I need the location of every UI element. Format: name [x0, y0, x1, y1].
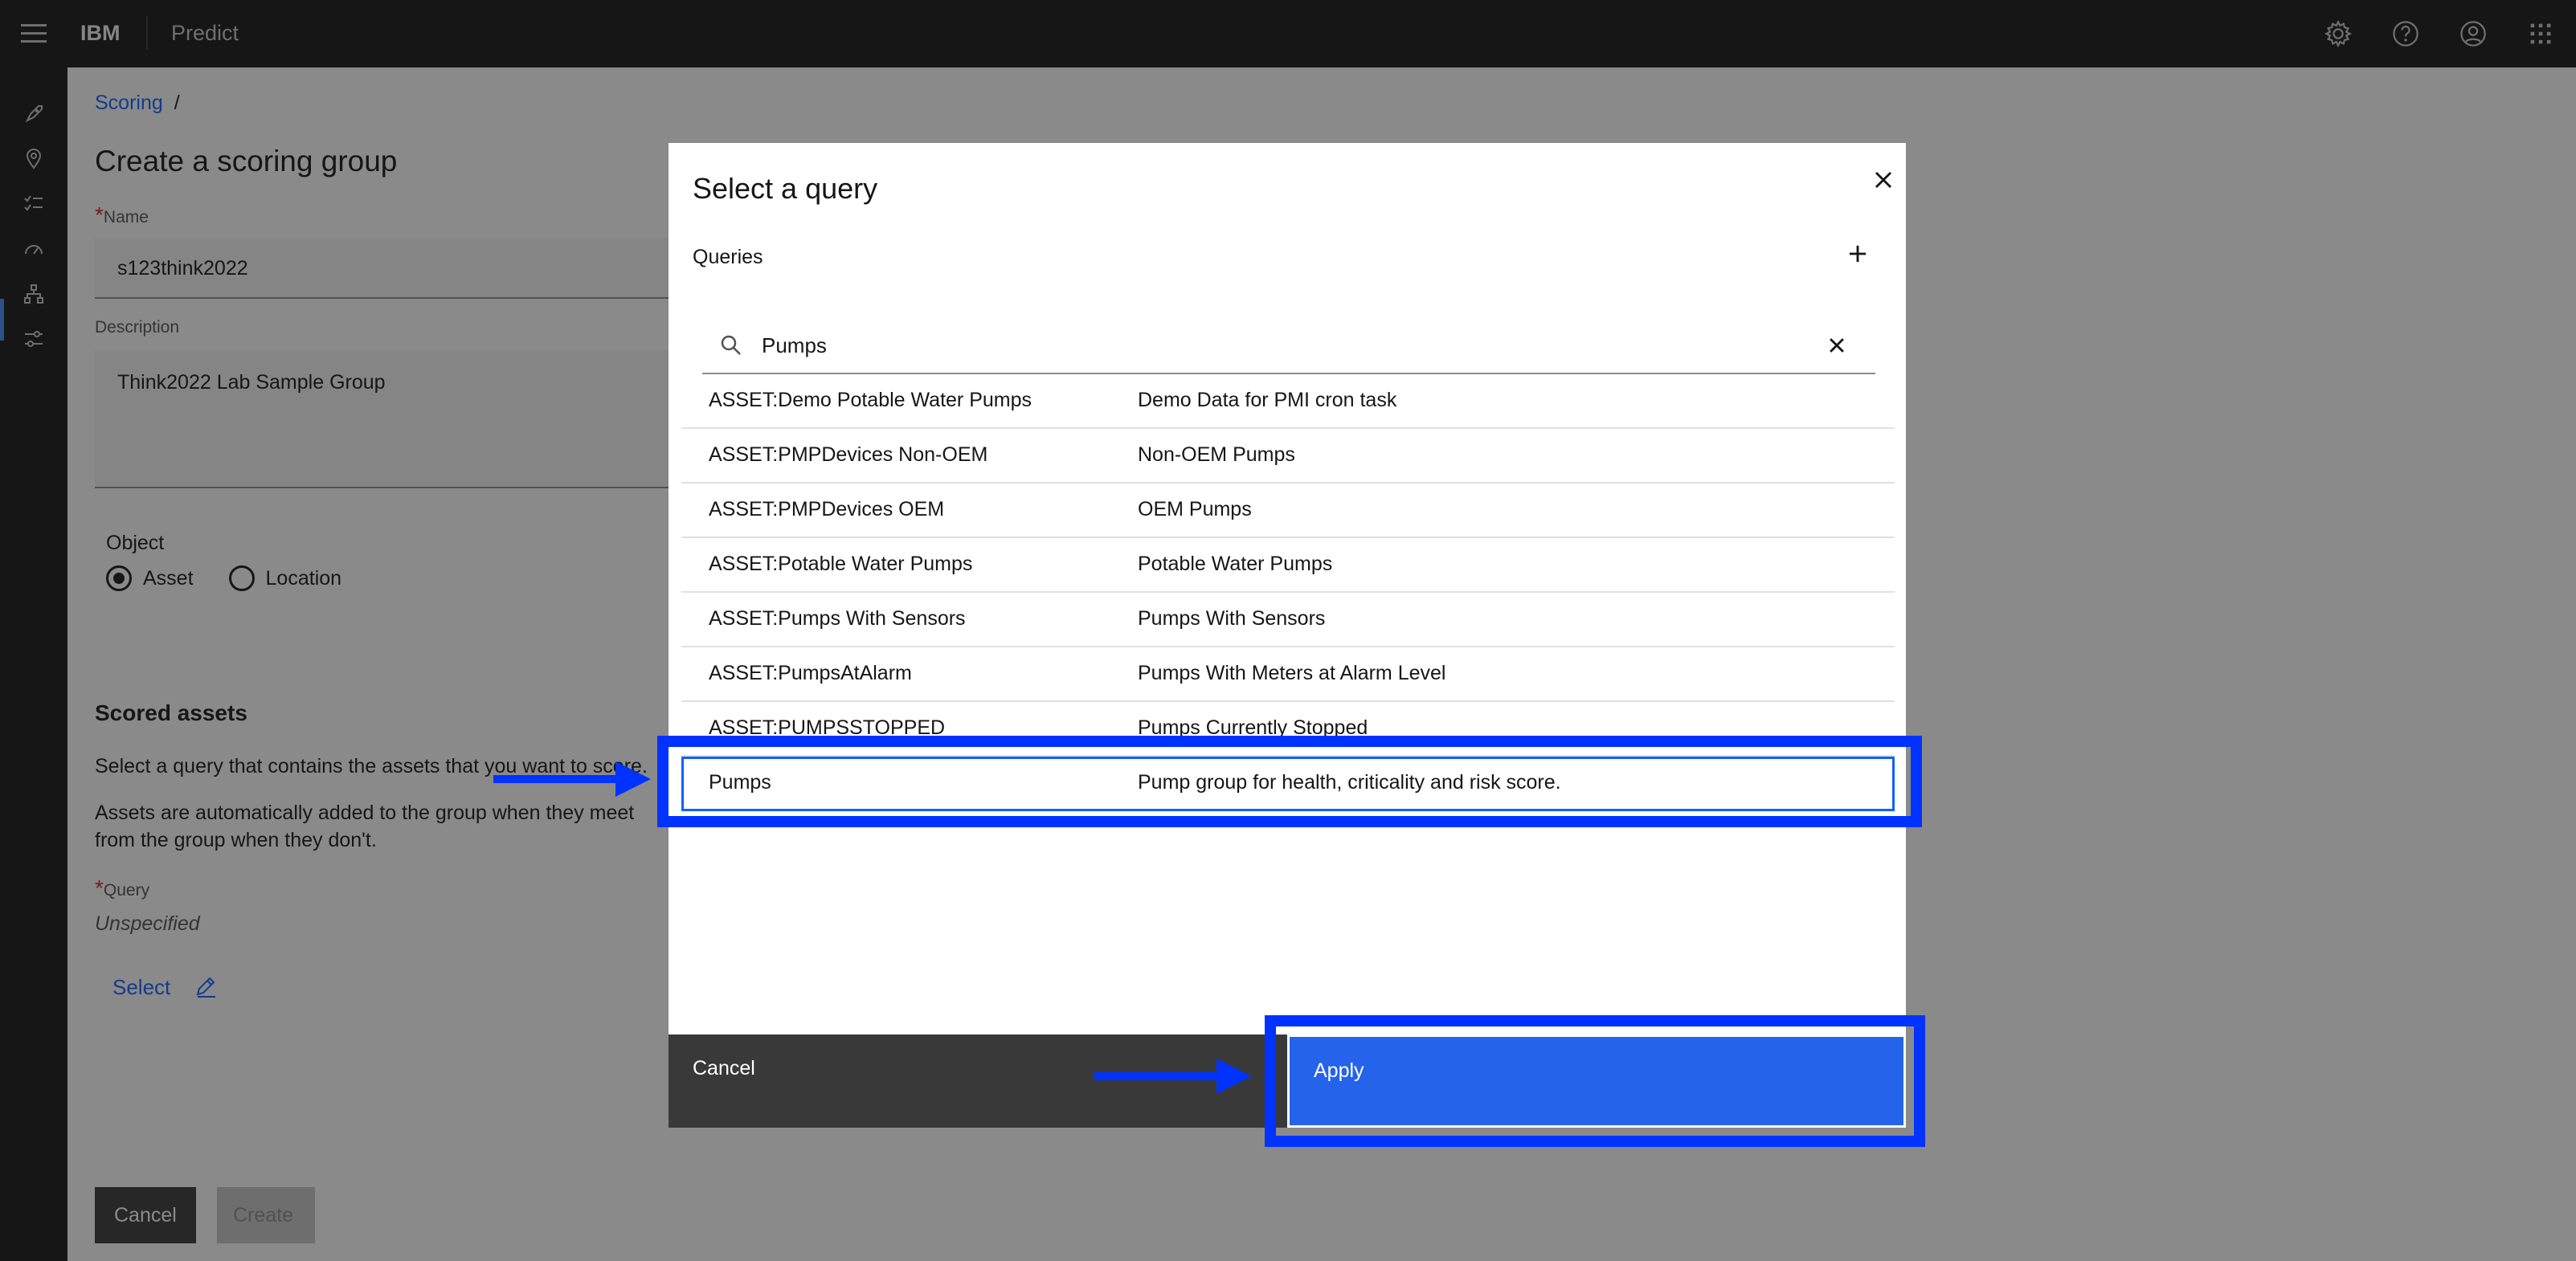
query-name: ASSET:Potable Water Pumps: [709, 553, 973, 575]
query-name: ASSET:PumpsAtAlarm: [709, 662, 912, 684]
query-description: OEM Pumps: [1138, 498, 1252, 520]
table-row[interactable]: ASSET:Demo Potable Water Pumps Demo Data …: [681, 374, 1895, 429]
table-row[interactable]: ASSET:PMPDevices OEM OEM Pumps: [681, 484, 1895, 538]
query-description: Potable Water Pumps: [1138, 553, 1333, 575]
search-icon: [721, 335, 741, 355]
selected-row-highlight: [657, 736, 1922, 827]
arrow-icon: [1094, 1059, 1252, 1094]
query-name: ASSET:PMPDevices OEM: [709, 498, 945, 520]
select-query-modal: Select a query Queries ASSET:Demo Potabl…: [669, 143, 1906, 1128]
table-row[interactable]: ASSET:Pumps With Sensors Pumps With Senso…: [681, 593, 1895, 647]
table-row[interactable]: ASSET:PMPDevices Non-OEM Non-OEM Pumps: [681, 429, 1895, 484]
table-row[interactable]: ASSET:PumpsAtAlarm Pumps With Meters at A…: [681, 647, 1895, 702]
query-description: Pumps With Sensors: [1138, 607, 1326, 630]
close-icon[interactable]: [1869, 165, 1898, 194]
modal-title: Select a query: [693, 172, 878, 205]
arrow-icon: [493, 761, 651, 797]
query-description: Non-OEM Pumps: [1138, 443, 1295, 466]
query-name: ASSET:Demo Potable Water Pumps: [709, 389, 1032, 411]
query-name: ASSET:PMPDevices Non-OEM: [709, 443, 988, 466]
add-icon[interactable]: [1843, 239, 1872, 268]
table-row[interactable]: ASSET:Potable Water Pumps Potable Water P…: [681, 538, 1895, 593]
query-name: ASSET:Pumps With Sensors: [709, 607, 966, 630]
query-description: Pumps With Meters at Alarm Level: [1138, 662, 1446, 684]
search-bar: [702, 316, 1875, 374]
query-description: Demo Data for PMI cron task: [1138, 389, 1397, 411]
queries-label: Queries: [693, 246, 763, 268]
search-input[interactable]: [762, 316, 1806, 374]
clear-search-icon[interactable]: [1822, 331, 1851, 360]
apply-highlight: [1265, 1015, 1925, 1147]
